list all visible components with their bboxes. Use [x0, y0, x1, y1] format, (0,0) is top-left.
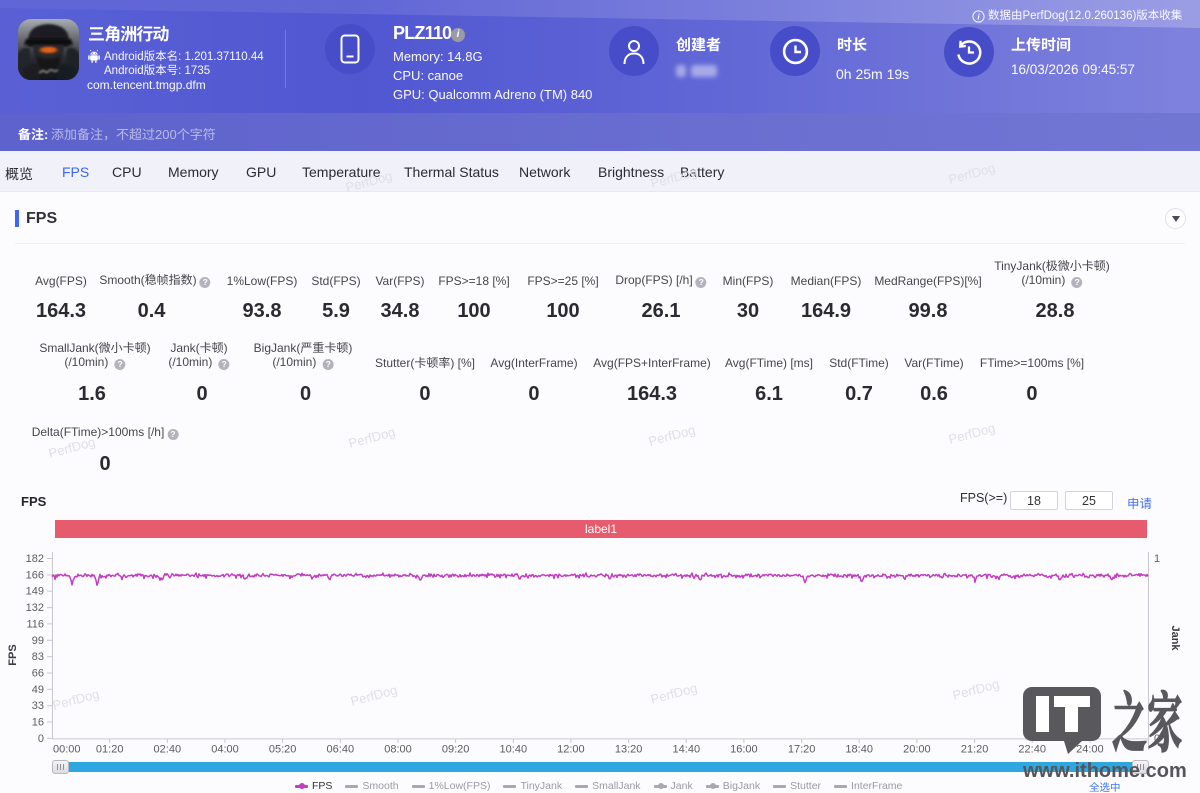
svg-text:182: 182 [26, 553, 44, 565]
svg-text:16:00: 16:00 [730, 744, 758, 756]
svg-text:0: 0 [38, 733, 44, 745]
svg-text:17:20: 17:20 [788, 744, 816, 756]
svg-text:09:20: 09:20 [442, 744, 470, 756]
svg-text:166: 166 [26, 569, 44, 581]
svg-text:13:20: 13:20 [615, 744, 643, 756]
svg-text:02:40: 02:40 [154, 744, 182, 756]
svg-text:49: 49 [32, 684, 44, 696]
svg-text:04:00: 04:00 [211, 744, 239, 756]
svg-text:83: 83 [32, 651, 44, 663]
svg-text:149: 149 [26, 586, 44, 598]
svg-text:21:20: 21:20 [961, 744, 989, 756]
svg-text:01:20: 01:20 [96, 744, 124, 756]
svg-text:132: 132 [26, 602, 44, 614]
svg-text:05:20: 05:20 [269, 744, 297, 756]
svg-text:i: i [977, 12, 980, 22]
svg-text:16: 16 [32, 717, 44, 729]
svg-text:14:40: 14:40 [673, 744, 701, 756]
svg-text:12:00: 12:00 [557, 744, 585, 756]
svg-text:06:40: 06:40 [327, 744, 355, 756]
svg-text:99: 99 [32, 635, 44, 647]
svg-text:33: 33 [32, 700, 44, 712]
svg-text:116: 116 [26, 618, 44, 630]
svg-text:10:40: 10:40 [500, 744, 528, 756]
svg-text:00:00: 00:00 [53, 744, 81, 756]
svg-text:www.ithome.com: www.ithome.com [1022, 760, 1187, 782]
svg-text:1: 1 [1154, 553, 1160, 565]
svg-text:20:00: 20:00 [903, 744, 931, 756]
svg-text:之家: 之家 [1112, 680, 1182, 766]
svg-text:FPS: FPS [7, 644, 19, 665]
svg-text:08:00: 08:00 [384, 744, 412, 756]
svg-text:66: 66 [32, 668, 44, 680]
svg-text:18:40: 18:40 [845, 744, 873, 756]
svg-text:Jank: Jank [1169, 625, 1181, 651]
